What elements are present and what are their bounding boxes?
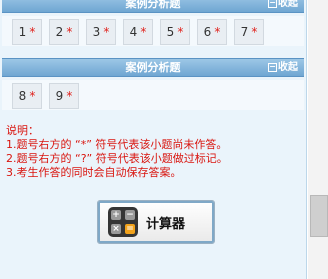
- question-number: 9: [55, 89, 64, 103]
- collapse-button[interactable]: − 收起: [268, 59, 298, 76]
- instruction-line: 2.题号右方的 “?” 符号代表该小题做过标记。: [6, 152, 228, 165]
- unanswered-mark: *: [214, 25, 221, 39]
- question-number: 8: [18, 89, 27, 103]
- collapse-label: 收起: [278, 0, 298, 9]
- question-item-8[interactable]: 8 *: [12, 83, 42, 109]
- question-item-3[interactable]: 3 *: [86, 19, 116, 45]
- question-number: 2: [55, 25, 64, 39]
- calculator-button[interactable]: + − × = 计算器: [97, 200, 215, 244]
- equals-key: =: [125, 224, 135, 234]
- question-item-9[interactable]: 9 *: [49, 83, 79, 109]
- instruction-line: 3.考生作答的同时会自动保存答案。: [6, 166, 182, 179]
- unanswered-mark: *: [140, 25, 147, 39]
- unanswered-mark: *: [29, 89, 36, 103]
- calculator-label: 计算器: [146, 217, 186, 232]
- collapse-label: 收起: [278, 62, 298, 73]
- unanswered-mark: *: [251, 25, 258, 39]
- scrollbar[interactable]: [308, 0, 328, 279]
- scrollbar-thumb[interactable]: [310, 195, 328, 237]
- instructions-heading: 说明：: [6, 124, 39, 137]
- section-title: 案例分析题: [125, 0, 181, 10]
- unanswered-mark: *: [66, 89, 73, 103]
- question-item-6[interactable]: 6 *: [197, 19, 227, 45]
- section-header: 案例分析题 − 收起: [2, 0, 304, 13]
- question-item-7[interactable]: 7 *: [234, 19, 264, 45]
- question-number: 5: [166, 25, 175, 39]
- question-number: 7: [240, 25, 249, 39]
- answer-card-panel: 案例分析题 − 收起 1 * 2 * 3 * 4 * 5 * 6 * 7 * 案例分析题 − 收起…: [0, 0, 307, 279]
- unanswered-mark: *: [103, 25, 110, 39]
- collapse-icon: −: [268, 61, 277, 72]
- unanswered-mark: *: [66, 25, 73, 39]
- question-item-4[interactable]: 4 *: [123, 19, 153, 45]
- collapse-button[interactable]: − 收起: [268, 0, 298, 12]
- plus-key: +: [111, 210, 121, 220]
- instructions: 说明： 1.题号右方的 “*” 符号代表该小题尚未作答。 2.题号右方的 “?”…: [6, 124, 302, 180]
- section-header: 案例分析题 − 收起: [2, 58, 304, 77]
- collapse-icon: −: [268, 0, 277, 8]
- unanswered-mark: *: [29, 25, 36, 39]
- calculator-icon: + − × =: [108, 207, 138, 237]
- question-row: 1 * 2 * 3 * 4 * 5 * 6 * 7 *: [2, 16, 304, 46]
- question-number: 6: [203, 25, 212, 39]
- question-number: 4: [129, 25, 138, 39]
- times-key: ×: [111, 224, 121, 234]
- question-number: 1: [18, 25, 27, 39]
- question-item-1[interactable]: 1 *: [12, 19, 42, 45]
- question-number: 3: [92, 25, 101, 39]
- question-row: 8 * 9 *: [2, 80, 304, 110]
- question-item-2[interactable]: 2 *: [49, 19, 79, 45]
- minus-key: −: [125, 210, 135, 220]
- section-title: 案例分析题: [125, 61, 181, 74]
- instruction-line: 1.题号右方的 “*” 符号代表该小题尚未作答。: [6, 138, 228, 151]
- question-item-5[interactable]: 5 *: [160, 19, 190, 45]
- unanswered-mark: *: [177, 25, 184, 39]
